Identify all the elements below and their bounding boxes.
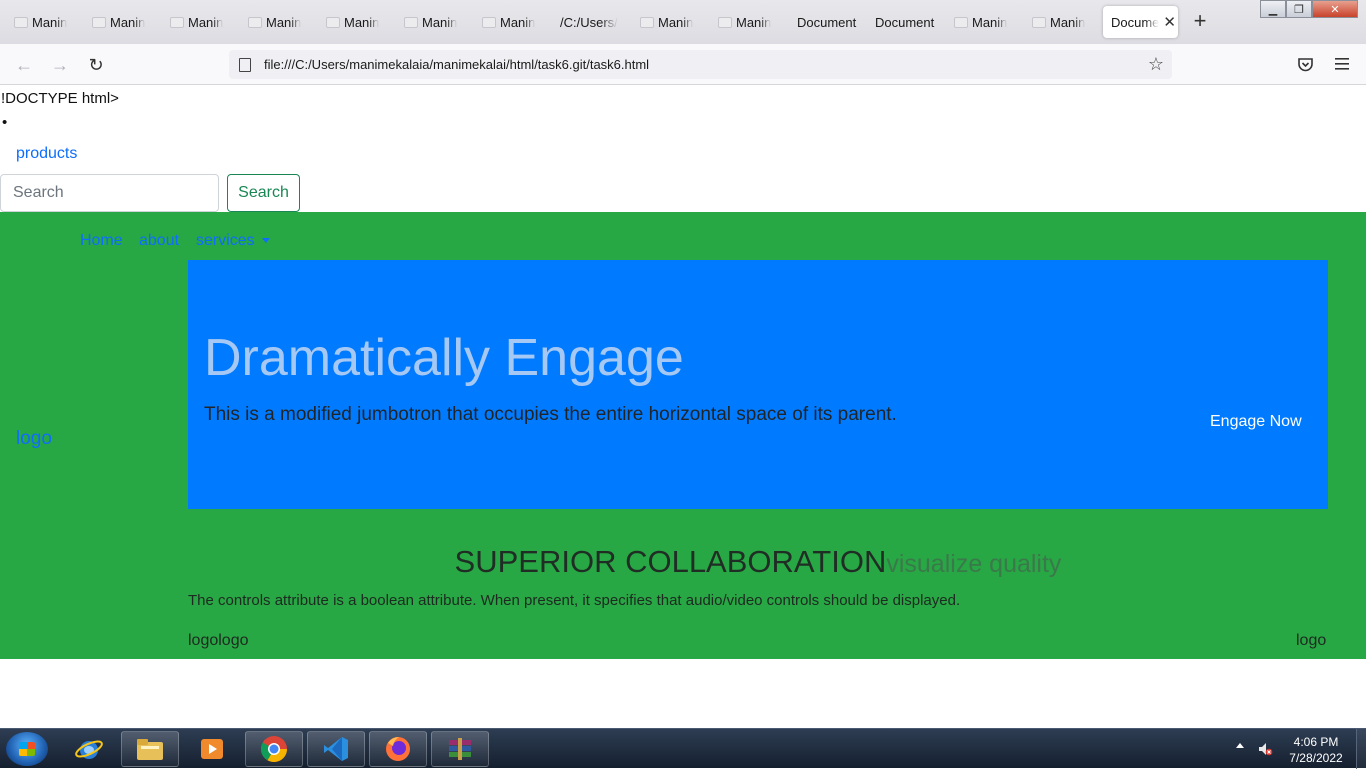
speaker-muted-icon[interactable] — [1257, 741, 1273, 757]
media-player-icon[interactable] — [183, 731, 241, 767]
browser-tab[interactable]: Manin — [954, 6, 1014, 38]
controls-paragraph: The controls attribute is a boolean attr… — [188, 592, 961, 609]
list-bullet: • — [2, 114, 8, 131]
browser-tab[interactable]: Document — [797, 6, 859, 38]
search-button[interactable]: Search — [227, 174, 300, 212]
windows-logo-icon — [19, 742, 35, 756]
browser-tab[interactable]: Manin — [14, 6, 74, 38]
browser-tab[interactable]: Manin — [92, 6, 152, 38]
doctype-text: !DOCTYPE html> — [1, 90, 119, 107]
nav-services-label: services — [196, 232, 255, 249]
browser-toolbar: ← → ↻ file:///C:/Users/manimekalaia/mani… — [0, 44, 1366, 85]
browser-tab[interactable]: Manin — [404, 6, 464, 38]
browser-tab[interactable]: Manin — [640, 6, 700, 38]
page-favicon-icon — [1032, 16, 1046, 28]
nav-home-link[interactable]: Home — [80, 232, 123, 250]
page-favicon-icon — [954, 16, 968, 28]
vscode-icon[interactable] — [307, 731, 365, 767]
url-text: file:///C:/Users/manimekalaia/manimekala… — [264, 57, 650, 72]
products-link[interactable]: products — [16, 145, 77, 163]
browser-tab[interactable]: Manin — [718, 6, 778, 38]
page-icon — [239, 57, 251, 72]
page-favicon-icon — [248, 16, 262, 28]
nav-about-link[interactable]: about — [139, 232, 179, 250]
bookmark-star-icon[interactable]: ☆ — [1148, 54, 1164, 75]
start-orb[interactable] — [6, 732, 48, 766]
chrome-icon[interactable] — [245, 731, 303, 767]
collab-subtitle: visualize quality — [886, 550, 1062, 578]
jumbotron-title: Dramatically Engage — [204, 329, 684, 387]
internet-explorer-icon[interactable] — [60, 731, 118, 767]
file-explorer-icon[interactable] — [121, 731, 179, 767]
clock[interactable]: 4:06 PM 7/28/2022 — [1284, 734, 1348, 766]
engage-now-button[interactable]: Engage Now — [1210, 413, 1302, 431]
footer-logo: logo — [1296, 632, 1327, 649]
logo-link[interactable]: logo — [16, 428, 52, 450]
window-controls: ▁ ❐ ✕ — [1260, 0, 1358, 18]
nav-services-dropdown[interactable]: services — [196, 232, 270, 250]
jumbotron: Dramatically Engage This is a modified j… — [188, 260, 1328, 509]
new-tab-icon[interactable]: + — [1188, 10, 1212, 34]
browser-tab[interactable]: Manin — [170, 6, 230, 38]
web-page: !DOCTYPE html> • products Search Home ab… — [0, 86, 1366, 728]
url-bar[interactable]: file:///C:/Users/manimekalaia/manimekala… — [229, 50, 1172, 79]
firefox-icon[interactable] — [369, 731, 427, 767]
page-favicon-icon — [326, 16, 340, 28]
browser-tab[interactable]: Manin — [1032, 6, 1092, 38]
back-arrow-icon[interactable]: ← — [12, 53, 36, 77]
reload-icon[interactable]: ↻ — [84, 53, 108, 77]
footer-logos: logologo — [188, 632, 249, 649]
collab-title: SUPERIOR COLLABORATION — [454, 544, 887, 579]
tray-expand-icon[interactable] — [1236, 743, 1244, 748]
browser-tab-active[interactable]: Docume ✕ — [1103, 6, 1178, 38]
green-section: Home about services logo Dramatically En… — [0, 212, 1366, 659]
menu-hamburger-icon[interactable] — [1335, 57, 1349, 71]
show-desktop-button[interactable] — [1356, 729, 1366, 769]
clock-time: 4:06 PM — [1293, 735, 1339, 749]
minimize-icon[interactable]: ▁ — [1260, 0, 1286, 18]
page-favicon-icon — [718, 16, 732, 28]
winrar-icon[interactable] — [431, 731, 489, 767]
search-input[interactable] — [0, 174, 219, 212]
maximize-icon[interactable]: ❐ — [1286, 0, 1312, 18]
collab-heading: SUPERIOR COLLABORATIONvisualize quality — [0, 544, 1366, 580]
browser-tab[interactable]: Manin — [326, 6, 386, 38]
clock-date: 7/28/2022 — [1289, 751, 1343, 765]
forward-arrow-icon[interactable]: → — [48, 53, 72, 77]
close-tab-icon[interactable]: ✕ — [1163, 13, 1176, 31]
page-favicon-icon — [170, 16, 184, 28]
page-favicon-icon — [92, 16, 106, 28]
page-favicon-icon — [640, 16, 654, 28]
page-favicon-icon — [482, 16, 496, 28]
browser-tab[interactable]: /C:/Users/ — [560, 6, 622, 38]
chevron-down-icon — [261, 238, 270, 244]
browser-tab[interactable]: Document — [875, 6, 937, 38]
page-favicon-icon — [14, 16, 28, 28]
browser-tab[interactable]: Manin — [482, 6, 542, 38]
close-window-icon[interactable]: ✕ — [1312, 0, 1358, 18]
browser-tab[interactable]: Manin — [248, 6, 308, 38]
page-favicon-icon — [404, 16, 418, 28]
pocket-icon[interactable] — [1297, 56, 1314, 73]
jumbotron-lead: This is a modified jumbotron that occupi… — [204, 404, 897, 425]
browser-tab-bar: Manin Manin Manin Manin Manin Manin Mani… — [0, 0, 1366, 44]
windows-taskbar: 4:06 PM 7/28/2022 — [0, 728, 1366, 769]
